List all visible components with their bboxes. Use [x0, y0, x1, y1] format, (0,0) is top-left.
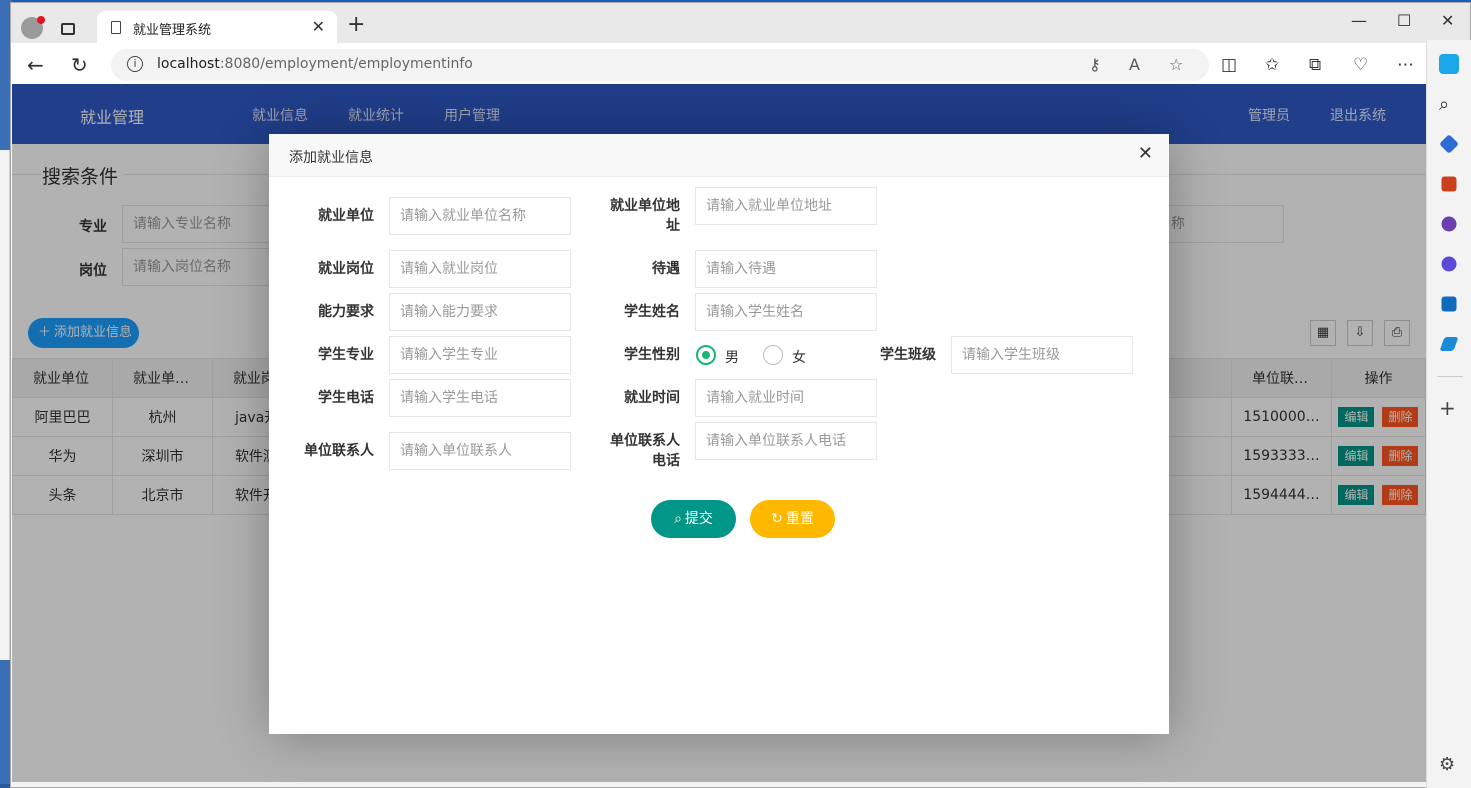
site-info-icon[interactable]: i [127, 56, 143, 72]
salary-input[interactable]: 请输入待遇 [695, 250, 877, 288]
browser-tab[interactable]: 就业管理系统 ✕ [97, 11, 337, 43]
contact-label: 单位联系人 [304, 443, 374, 459]
gender-female-radio[interactable] [763, 345, 783, 365]
student-major-label: 学生专业 [318, 347, 374, 363]
window-close-icon[interactable]: ✕ [1441, 11, 1454, 30]
ability-label: 能力要求 [318, 304, 374, 320]
student-phone-input[interactable]: 请输入学生电话 [389, 379, 571, 417]
job-input[interactable]: 请输入就业岗位 [389, 250, 571, 288]
page-icon [111, 21, 121, 34]
gender-male-radio[interactable] [696, 345, 716, 365]
address-label: 就业单位地址 [610, 198, 680, 234]
address-bar-row: ← ↻ i localhost:8080/employment/employme… [11, 43, 1470, 87]
url-text: localhost:8080/employment/employmentinfo [157, 56, 473, 72]
background-window-strip [0, 150, 10, 660]
collections-icon[interactable]: ⧉ [1309, 55, 1321, 75]
browser-titlebar: 就业管理系统 ✕ + — ☐ ✕ [11, 3, 1470, 43]
sidebar-divider [1437, 376, 1463, 377]
search-icon[interactable]: ⌕ [1439, 94, 1459, 115]
minimize-icon[interactable]: — [1351, 11, 1367, 30]
settings-gear-icon[interactable]: ⚙ [1439, 754, 1459, 775]
gender-male-label[interactable]: 男 [725, 347, 739, 367]
games-icon[interactable] [1441, 216, 1457, 232]
favorites-icon[interactable]: ✩ [1265, 55, 1279, 75]
add-employment-dialog: 添加就业信息 ✕ 就业单位 请输入就业单位名称 就业单位地址 请输入就业单位地址… [269, 134, 1169, 734]
search-icon: ⌕ [674, 511, 682, 527]
dialog-close-icon[interactable]: ✕ [1138, 144, 1153, 164]
tab-title: 就业管理系统 [133, 23, 212, 38]
outlook-icon[interactable] [1441, 296, 1457, 312]
toolbox-icon[interactable] [1441, 176, 1457, 192]
company-label: 就业单位 [318, 208, 374, 224]
new-tab-icon[interactable]: + [347, 14, 365, 36]
class-label: 学生班级 [880, 347, 936, 363]
url-bar[interactable]: i localhost:8080/employment/employmentin… [111, 49, 1209, 81]
student-phone-label: 学生电话 [318, 390, 374, 406]
job-label: 就业岗位 [318, 261, 374, 277]
dialog-header: 添加就业信息 ✕ [269, 134, 1169, 177]
student-name-label: 学生姓名 [624, 304, 680, 320]
employment-time-label: 就业时间 [624, 390, 680, 406]
salary-label: 待遇 [652, 261, 680, 277]
class-input[interactable]: 请输入学生班级 [951, 336, 1133, 374]
send-icon[interactable] [1439, 337, 1459, 351]
microsoft365-icon[interactable] [1441, 256, 1457, 272]
browser-essentials-icon[interactable]: ♡ [1353, 55, 1368, 75]
tab-actions-icon[interactable] [61, 23, 75, 35]
gender-female-label[interactable]: 女 [792, 347, 806, 367]
add-sidebar-icon[interactable]: + [1439, 396, 1459, 420]
url-path: :8080/employment/employmentinfo [219, 56, 473, 72]
edge-sidebar: ⌕ + ⚙ [1426, 40, 1471, 788]
key-icon[interactable]: ⚷ [1089, 55, 1101, 74]
shopping-tag-icon[interactable] [1439, 134, 1459, 154]
web-page: 就业管理 就业信息 就业统计 用户管理 管理员 退出系统 搜索条件 专业 请输入… [12, 84, 1426, 782]
submit-label: 提交 [684, 511, 713, 527]
address-input[interactable]: 请输入就业单位地址 [695, 187, 877, 225]
notification-dot-icon [37, 16, 45, 24]
employment-time-input[interactable]: 请输入就业时间 [695, 379, 877, 417]
refresh-icon: ↻ [771, 511, 783, 527]
reset-button[interactable]: ↻ 重置 [750, 500, 835, 538]
split-screen-icon[interactable]: ◫ [1221, 55, 1237, 75]
favorite-star-icon[interactable]: ☆ [1169, 55, 1183, 74]
reset-label: 重置 [785, 511, 814, 527]
student-name-input[interactable]: 请输入学生姓名 [695, 293, 877, 331]
submit-button[interactable]: ⌕ 提交 [651, 500, 736, 538]
refresh-icon[interactable]: ↻ [71, 55, 88, 75]
gender-label: 学生性别 [624, 347, 680, 363]
company-input[interactable]: 请输入就业单位名称 [389, 197, 571, 235]
contact-input[interactable]: 请输入单位联系人 [389, 432, 571, 470]
dialog-title: 添加就业信息 [289, 150, 373, 166]
contact-phone-input[interactable]: 请输入单位联系人电话 [695, 422, 877, 460]
back-icon[interactable]: ← [27, 55, 44, 75]
contact-phone-label: 单位联系人电话 [610, 433, 680, 469]
student-major-input[interactable]: 请输入学生专业 [389, 336, 571, 374]
ability-input[interactable]: 请输入能力要求 [389, 293, 571, 331]
tab-close-icon[interactable]: ✕ [312, 17, 325, 36]
url-host: localhost [157, 56, 220, 72]
more-menu-icon[interactable]: ⋯ [1397, 55, 1414, 75]
read-aloud-icon[interactable]: A [1129, 55, 1140, 74]
copilot-icon[interactable] [1439, 54, 1459, 74]
maximize-icon[interactable]: ☐ [1397, 11, 1411, 30]
